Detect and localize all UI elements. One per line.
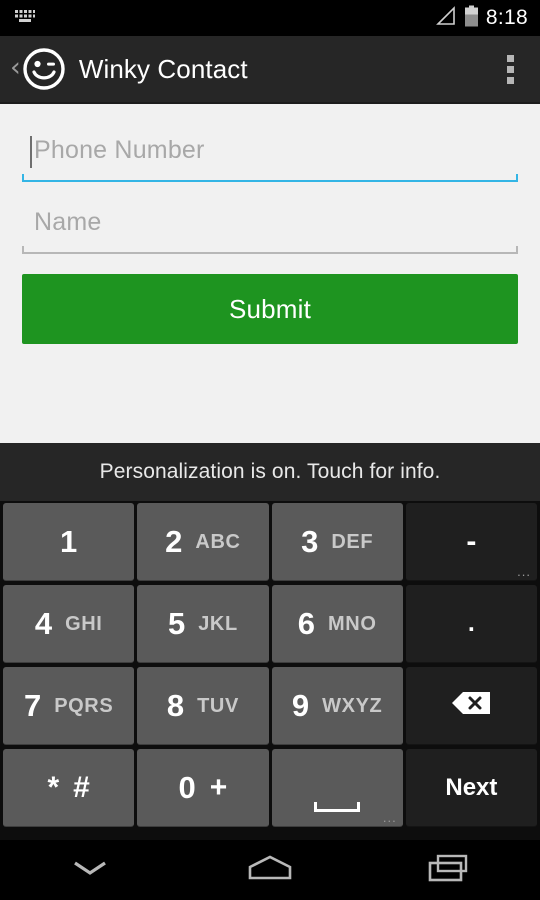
keyboard-row-4: * # 0 + ... Next [0,747,540,829]
page-title: Winky Contact [78,53,248,84]
on-screen-keyboard: Personalization is on. Touch for info. 1… [0,443,540,840]
key-digit: 1 [60,524,78,559]
key-0-plus[interactable]: 0 + [137,749,269,827]
battery-icon [464,5,479,32]
key-digit: 6 [297,606,316,641]
key-letters: WXYZ [322,694,383,717]
winky-face-logo-icon[interactable] [22,47,66,91]
key-letters: DEF [331,530,374,553]
name-underline [22,246,518,254]
status-bar-left [14,8,36,29]
action-bar: ‹ Winky Contact [0,36,540,104]
underline-bar [22,252,518,254]
nav-hide-keyboard-button[interactable] [0,840,180,900]
key-9[interactable]: 9 WXYZ [271,667,403,745]
overflow-menu-icon[interactable] [501,49,520,90]
phone-number-placeholder: Phone Number [34,136,205,164]
status-bar-clock: 8:18 [485,6,528,29]
name-placeholder: Name [34,208,102,236]
form-container: Phone Number Name Submit [0,106,540,443]
key-digit: 2 [165,524,183,559]
underline-tick-right [516,174,518,182]
nav-home-button[interactable] [180,840,360,900]
chevron-down-icon [67,855,113,886]
personalization-notice: Personalization is on. Touch for info. [99,460,441,483]
underline-tick-right [516,246,518,254]
key-action-label: Next [445,773,498,801]
phone-screen: 8:18 ‹ Winky Contact Phone Number Name S… [0,0,540,900]
keyboard-icon [14,8,36,29]
key-symbol-star: * [47,770,60,804]
key-star-hash[interactable]: * # [3,749,135,827]
key-digit: 9 [291,688,310,723]
signal-triangle-icon [435,5,457,31]
key-letters: GHI [65,612,103,635]
key-space[interactable]: ... [271,749,403,827]
backspace-icon [449,688,493,723]
key-period[interactable]: . [405,585,537,663]
overflow-dot [507,76,514,84]
key-1[interactable]: 1 [3,503,135,581]
key-dash[interactable]: - ... [405,503,537,581]
key-letters: PQRS [54,694,114,717]
key-digit: 4 [34,606,53,641]
key-7[interactable]: 7 PQRS [3,667,135,745]
key-symbol: - [466,524,477,558]
back-chevron-icon[interactable]: ‹ [6,54,22,84]
recents-icon [424,852,476,889]
key-backspace[interactable] [405,667,537,745]
status-bar: 8:18 [0,0,540,36]
overflow-dot [507,54,514,62]
key-3[interactable]: 3 DEF [271,503,403,581]
name-field[interactable]: Name [22,202,518,254]
key-4[interactable]: 4 GHI [3,585,135,663]
key-digit: 8 [166,688,185,723]
space-icon [314,802,361,812]
key-popup-hint: ... [382,810,397,825]
navigation-bar [0,840,540,900]
key-digit: 7 [23,688,42,723]
keyboard-row-3: 7 PQRS 8 TUV 9 WXYZ [0,665,540,747]
key-letters: TUV [197,694,239,717]
keyboard-row-2: 4 GHI 5 JKL 6 MNO . [0,583,540,665]
key-digit: 5 [167,606,186,641]
key-next[interactable]: Next [405,749,537,827]
key-symbol-hash: # [73,770,90,804]
nav-recents-button[interactable] [360,840,540,900]
key-2[interactable]: 2 ABC [137,503,269,581]
key-letters: ABC [195,530,241,553]
key-digit: 0 [178,770,196,805]
text-caret [30,136,32,168]
key-symbol-pair: * # [47,770,90,804]
key-letters: MNO [328,612,377,635]
phone-number-underline [22,174,518,182]
status-bar-right: 8:18 [435,5,528,32]
key-symbol: . [467,609,475,637]
submit-button[interactable]: Submit [22,274,518,344]
key-popup-hint: ... [517,564,531,579]
keyboard-suggestion-strip[interactable]: Personalization is on. Touch for info. [0,443,540,501]
key-6[interactable]: 6 MNO [271,585,403,663]
overflow-dot [507,65,514,73]
key-8[interactable]: 8 TUV [137,667,269,745]
phone-number-field[interactable]: Phone Number [22,130,518,182]
key-5[interactable]: 5 JKL [137,585,269,663]
keyboard-row-1: 1 2 ABC 3 DEF - ... [0,501,540,583]
home-icon [242,852,298,889]
key-letters: JKL [198,612,238,635]
underline-bar [22,180,518,182]
key-symbol-plus: + [209,770,228,804]
key-symbol-pair: 0 + [178,772,227,803]
key-digit: 3 [301,524,319,559]
